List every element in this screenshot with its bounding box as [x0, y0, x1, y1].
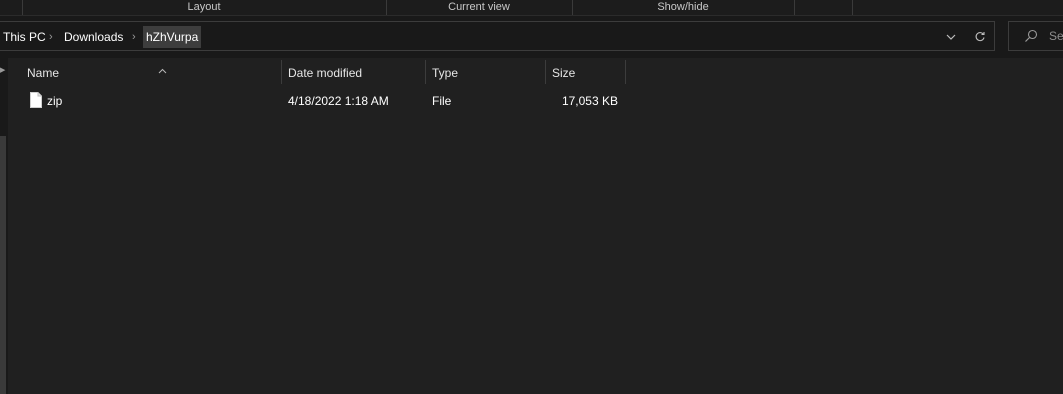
file-icon: [30, 92, 42, 108]
column-divider[interactable]: [625, 60, 626, 84]
nav-scroll-up-icon[interactable]: ▶: [0, 66, 5, 74]
address-history-button[interactable]: [940, 26, 962, 48]
file-type: File: [432, 94, 452, 108]
column-header-type[interactable]: Type: [425, 60, 545, 86]
file-row[interactable]: zip 4/18/2022 1:18 AM File 17,053 KB: [8, 88, 648, 114]
ribbon-group-show-hide: Show/hide: [657, 1, 709, 13]
breadcrumb-downloads[interactable]: Downloads: [61, 26, 126, 48]
ribbon-group-current-view: Current view: [448, 1, 510, 13]
search-placeholder: Sea: [1049, 29, 1063, 43]
ribbon-divider: [794, 0, 795, 15]
search-icon: [1025, 29, 1038, 42]
address-row: This PC › Downloads › hZhVurpa Sea: [0, 16, 1063, 58]
search-input[interactable]: Sea: [1008, 21, 1063, 51]
column-header-date-modified[interactable]: Date modified: [281, 60, 425, 86]
refresh-icon: [975, 32, 985, 42]
ribbon-group-bar: Layout Current view Show/hide: [0, 0, 1063, 16]
column-header-label: Name: [27, 66, 60, 80]
address-bar[interactable]: This PC › Downloads › hZhVurpa: [0, 21, 995, 51]
refresh-button[interactable]: [969, 26, 991, 48]
breadcrumb-current-folder[interactable]: hZhVurpa: [143, 26, 202, 48]
sort-ascending-icon: [158, 59, 167, 85]
file-date-modified: 4/18/2022 1:18 AM: [288, 94, 389, 108]
breadcrumb-separator[interactable]: ›: [49, 26, 53, 48]
file-list-view[interactable]: Name Date modified Type Size zip 4/18/20…: [8, 58, 1063, 394]
column-header-name[interactable]: Name: [20, 60, 282, 86]
breadcrumb-this-pc[interactable]: This PC: [0, 26, 49, 48]
ribbon-group-layout: Layout: [187, 1, 221, 13]
file-size: 17,053 KB: [561, 94, 618, 108]
file-name[interactable]: zip: [47, 88, 62, 114]
breadcrumb-separator[interactable]: ›: [132, 26, 136, 48]
column-header-size[interactable]: Size: [545, 60, 625, 86]
nav-pane-scrollbar[interactable]: [0, 136, 6, 394]
chevron-down-icon: [946, 34, 956, 40]
ribbon-divider: [852, 0, 853, 15]
navigation-pane: ▶: [0, 58, 8, 394]
